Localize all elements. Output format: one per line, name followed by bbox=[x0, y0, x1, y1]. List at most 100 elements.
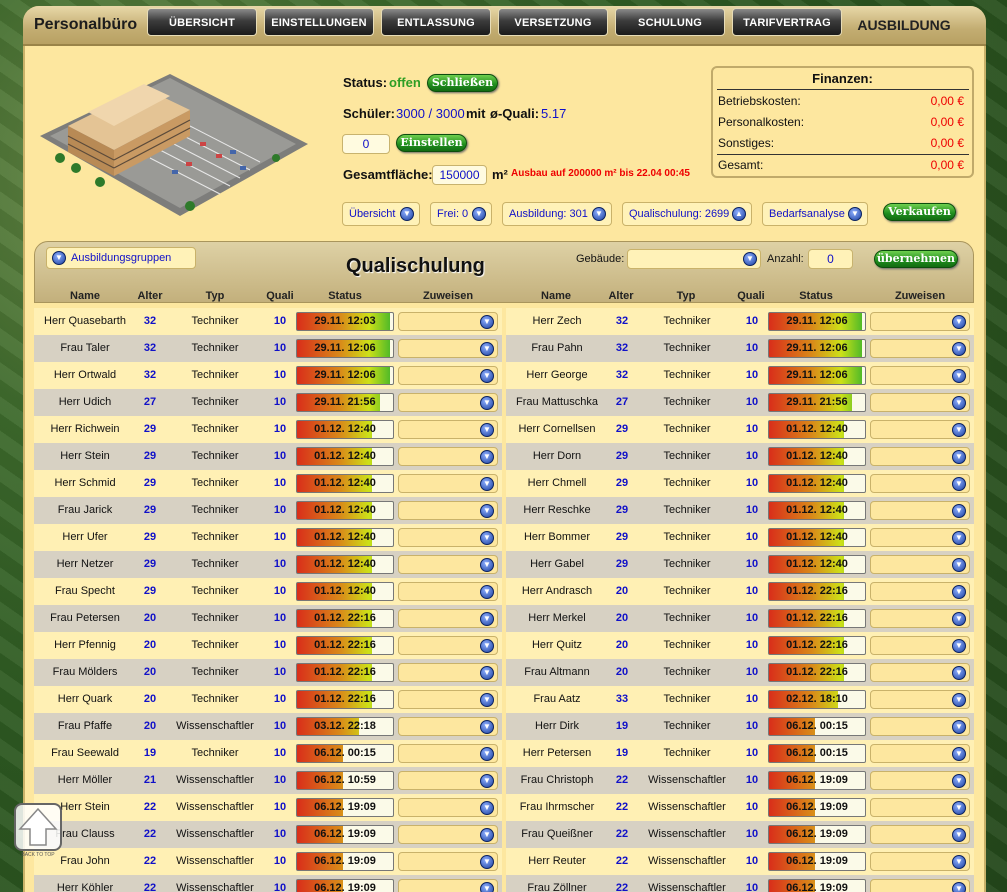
student-name: Herr Andrasch bbox=[521, 585, 593, 597]
tab-tarifvertrag[interactable]: TARIFVERTRAG bbox=[732, 8, 842, 36]
chevron-down-icon: ▼ bbox=[480, 585, 494, 599]
filter-bedarfsanalyse[interactable]: Bedarfsanalyse ▼ bbox=[762, 202, 868, 226]
assign-select[interactable]: ▼ bbox=[398, 474, 498, 493]
assign-select[interactable]: ▼ bbox=[398, 717, 498, 736]
assign-select[interactable]: ▼ bbox=[398, 501, 498, 520]
assign-select[interactable]: ▼ bbox=[870, 744, 970, 763]
assign-select[interactable]: ▼ bbox=[870, 825, 970, 844]
apply-button[interactable]: übernehmen bbox=[874, 250, 958, 268]
back-to-top-button[interactable] bbox=[14, 803, 62, 851]
assign-select[interactable]: ▼ bbox=[870, 879, 970, 892]
student-quali: 10 bbox=[273, 342, 287, 354]
status-progress-bar: 29.11. 12:06 bbox=[768, 366, 866, 385]
col-alter: Alter bbox=[137, 290, 163, 302]
hire-count-input[interactable]: 0 bbox=[342, 134, 390, 154]
student-age: 29 bbox=[615, 477, 629, 489]
filter-qualischulung[interactable]: Qualischulung: 2699 ▲ bbox=[622, 202, 752, 226]
assign-select[interactable]: ▼ bbox=[870, 771, 970, 790]
building-select[interactable]: ▼ bbox=[627, 249, 761, 269]
student-type: Techniker bbox=[191, 639, 239, 651]
filter-uebersicht[interactable]: Übersicht ▼ bbox=[342, 202, 420, 226]
assign-select[interactable]: ▼ bbox=[870, 852, 970, 871]
assign-select[interactable]: ▼ bbox=[870, 798, 970, 817]
quali-label: ø-Quali: bbox=[490, 106, 540, 121]
assign-select[interactable]: ▼ bbox=[870, 555, 970, 574]
student-name: Herr Reuter bbox=[528, 855, 586, 867]
assign-select[interactable]: ▼ bbox=[870, 528, 970, 547]
assign-select[interactable]: ▼ bbox=[870, 366, 970, 385]
student-type: Wissenschaftler bbox=[648, 882, 726, 892]
status-progress-bar: 01.12. 12:40 bbox=[296, 528, 394, 547]
assign-select[interactable]: ▼ bbox=[870, 717, 970, 736]
assign-select[interactable]: ▼ bbox=[398, 339, 498, 358]
tab-entlassung[interactable]: ENTLASSUNG bbox=[381, 8, 491, 36]
tab-versetzung[interactable]: VERSETZUNG bbox=[498, 8, 608, 36]
assign-select[interactable]: ▼ bbox=[870, 663, 970, 682]
assign-select[interactable]: ▼ bbox=[398, 744, 498, 763]
assign-select[interactable]: ▼ bbox=[398, 852, 498, 871]
assign-select[interactable]: ▼ bbox=[398, 420, 498, 439]
student-type: Techniker bbox=[663, 315, 711, 327]
chevron-down-icon: ▼ bbox=[952, 342, 966, 356]
student-age: 20 bbox=[615, 612, 629, 624]
assign-select[interactable]: ▼ bbox=[870, 339, 970, 358]
student-type: Techniker bbox=[663, 747, 711, 759]
assign-select[interactable]: ▼ bbox=[870, 420, 970, 439]
tab-schulung[interactable]: SCHULUNG bbox=[615, 8, 725, 36]
finance-row-total: Gesamt: 0,00 € bbox=[718, 158, 964, 172]
student-name: Herr Möller bbox=[57, 774, 113, 786]
assign-select[interactable]: ▼ bbox=[398, 798, 498, 817]
assign-select[interactable]: ▼ bbox=[398, 555, 498, 574]
chevron-down-icon: ▼ bbox=[480, 315, 494, 329]
assign-select[interactable]: ▼ bbox=[870, 636, 970, 655]
table-row: Frau John 22 Wissenschaftler 10 06.12. 19:09… bbox=[34, 848, 502, 875]
assign-select[interactable]: ▼ bbox=[398, 825, 498, 844]
chevron-down-icon: ▼ bbox=[952, 774, 966, 788]
assign-select[interactable]: ▼ bbox=[398, 609, 498, 628]
assign-select[interactable]: ▼ bbox=[870, 447, 970, 466]
tab-einstellungen[interactable]: EINSTELLUNGEN bbox=[264, 8, 374, 36]
status-progress-bar: 06.12. 00:15 bbox=[768, 744, 866, 763]
student-age: 20 bbox=[143, 666, 157, 678]
tab-uebersicht[interactable]: ÜBERSICHT bbox=[147, 8, 257, 36]
status-progress-bar: 01.12. 22:16 bbox=[296, 663, 394, 682]
col-alter: Alter bbox=[608, 290, 634, 302]
hire-button[interactable]: Einstellen bbox=[396, 134, 467, 152]
student-age: 19 bbox=[143, 747, 157, 759]
chevron-down-icon: ▼ bbox=[952, 639, 966, 653]
tab-ausbildung[interactable]: AUSBILDUNG bbox=[847, 8, 961, 40]
assign-select[interactable]: ▼ bbox=[870, 312, 970, 331]
assign-select[interactable]: ▼ bbox=[870, 474, 970, 493]
assign-select[interactable]: ▼ bbox=[398, 636, 498, 655]
assign-select[interactable]: ▼ bbox=[398, 366, 498, 385]
filter-ausbildung[interactable]: Ausbildung: 301 ▼ bbox=[502, 202, 612, 226]
assign-select[interactable]: ▼ bbox=[870, 609, 970, 628]
assign-select[interactable]: ▼ bbox=[398, 663, 498, 682]
assign-select[interactable]: ▼ bbox=[398, 771, 498, 790]
assign-select[interactable]: ▼ bbox=[398, 879, 498, 892]
assign-select[interactable]: ▼ bbox=[398, 528, 498, 547]
assign-select[interactable]: ▼ bbox=[398, 447, 498, 466]
student-quali: 10 bbox=[273, 666, 287, 678]
assign-select[interactable]: ▼ bbox=[398, 393, 498, 412]
assign-select[interactable]: ▼ bbox=[870, 690, 970, 709]
close-button[interactable]: Schließen bbox=[427, 74, 498, 92]
assign-select[interactable]: ▼ bbox=[398, 690, 498, 709]
filter-frei[interactable]: Frei: 0 ▼ bbox=[430, 202, 492, 226]
assign-select[interactable]: ▼ bbox=[398, 582, 498, 601]
assign-select[interactable]: ▼ bbox=[398, 312, 498, 331]
chevron-down-icon: ▼ bbox=[480, 693, 494, 707]
assign-select[interactable]: ▼ bbox=[870, 393, 970, 412]
status-label: Status: bbox=[343, 75, 388, 90]
student-quali: 10 bbox=[273, 612, 287, 624]
count-input[interactable]: 0 bbox=[808, 249, 853, 269]
student-name: Frau Taler bbox=[60, 342, 110, 354]
student-name: Herr George bbox=[526, 369, 588, 381]
student-name: Frau Queißner bbox=[521, 828, 593, 840]
sell-button[interactable]: Verkaufen bbox=[883, 203, 956, 221]
assign-select[interactable]: ▼ bbox=[870, 582, 970, 601]
assign-select[interactable]: ▼ bbox=[870, 501, 970, 520]
student-quali: 10 bbox=[745, 369, 759, 381]
table-row: Herr Ufer 29 Techniker 10 01.12. 12:40 ▼ bbox=[34, 524, 502, 551]
groups-dropdown[interactable]: ▼ Ausbildungsgruppen bbox=[46, 247, 196, 269]
